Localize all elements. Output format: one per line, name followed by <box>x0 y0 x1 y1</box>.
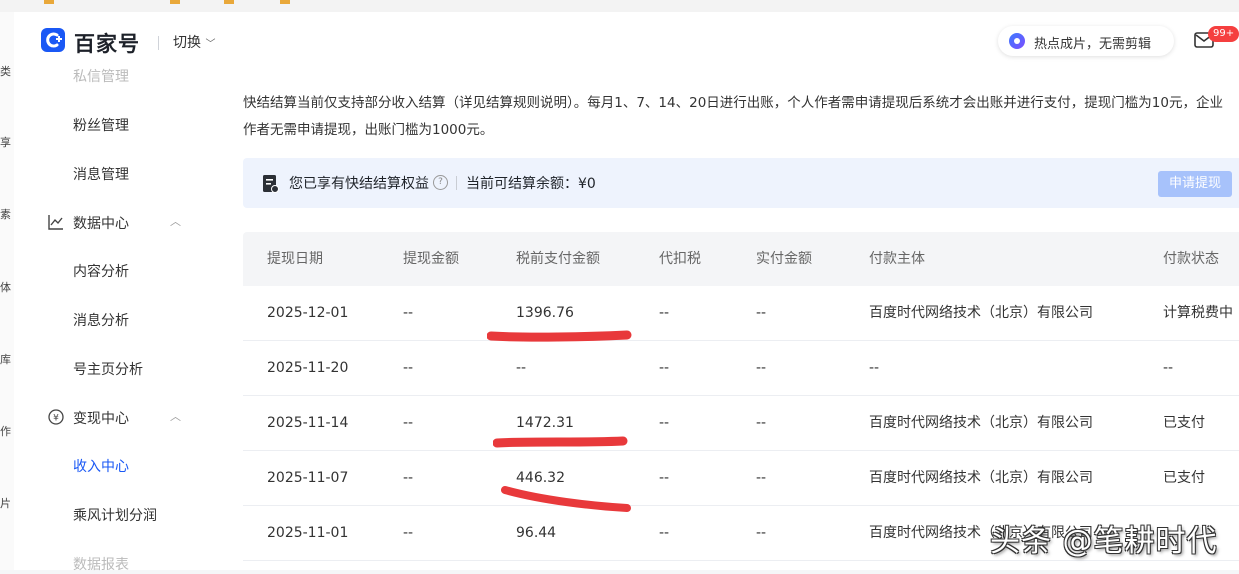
column-header: 税前支付金额 <box>516 251 600 267</box>
sidebar: 私信管理 粉丝管理 消息管理 数据中心 ︿ 内容分析 消息分析 号主页分析 ¥ … <box>14 69 219 573</box>
cell-pretax-amount: 96.44 <box>516 525 557 541</box>
table-row: 2025-11-20 -- -- -- -- -- -- <box>243 341 1239 396</box>
edge-char: 享 <box>0 136 11 149</box>
switch-label: 切换 <box>173 35 201 51</box>
privilege-text: 您已享有快结结算权益 <box>289 176 429 192</box>
header-divider <box>158 36 159 50</box>
sidebar-item-messages[interactable]: 消息管理 <box>73 164 129 184</box>
edge-char: 库 <box>0 353 11 366</box>
notice-line: 作者无需申请提现，出账门槛为1000元。 <box>243 122 494 138</box>
chevron-down-icon: ﹀ <box>205 39 216 50</box>
chevron-up-icon[interactable]: ︿ <box>170 213 181 229</box>
cell-withdraw-amount: -- <box>403 360 414 376</box>
cell-status: 计算税费中 <box>1163 305 1233 321</box>
cell-payer: -- <box>869 360 880 376</box>
hot-topic-button[interactable]: 热点成片，无需剪辑 <box>998 26 1174 56</box>
table-header: 提现日期 提现金额 税前支付金额 代扣税 实付金额 付款主体 付款状态 <box>243 232 1239 286</box>
cell-withdraw-amount: -- <box>403 470 414 486</box>
hot-topic-icon <box>1009 33 1025 49</box>
svg-text:¥: ¥ <box>53 414 59 424</box>
quick-settlement-banner: 您已享有快结结算权益 ? 当前可结算余额：¥0 申请提现 <box>243 158 1239 208</box>
table-row: 2025-11-07 -- 446.32 -- -- 百度时代网络技术（北京）有… <box>243 451 1239 506</box>
column-header: 提现金额 <box>403 251 459 267</box>
help-icon[interactable]: ? <box>433 175 448 190</box>
cell-net-amount: -- <box>756 360 767 376</box>
cell-status: 已支付 <box>1163 470 1205 486</box>
column-header: 付款状态 <box>1163 251 1219 267</box>
banner-divider <box>456 176 457 190</box>
withdraw-button[interactable]: 申请提现 <box>1158 171 1232 197</box>
red-underline-annotation <box>501 486 631 512</box>
sidebar-item-income-center[interactable]: 收入中心 <box>73 456 129 476</box>
cell-withheld-tax: -- <box>659 415 670 431</box>
watermark-text: 头条 @笔耕时代 <box>990 524 1218 559</box>
cell-date: 2025-12-01 <box>267 305 349 321</box>
sidebar-item-homepage-analysis[interactable]: 号主页分析 <box>73 359 143 379</box>
hot-topic-label: 热点成片，无需剪辑 <box>1034 37 1152 52</box>
sidebar-group-label: 变现中心 <box>73 411 129 427</box>
edge-char: 体 <box>0 281 11 294</box>
edge-char: 素 <box>0 208 11 221</box>
cell-status: 已支付 <box>1163 415 1205 431</box>
column-header: 提现日期 <box>267 251 323 267</box>
table-row: 2025-12-01 -- 1396.76 -- -- 百度时代网络技术（北京）… <box>243 286 1239 341</box>
cell-withheld-tax: -- <box>659 360 670 376</box>
cell-pretax-amount: -- <box>516 360 527 376</box>
brand-name[interactable]: 百家号 <box>74 28 140 58</box>
cell-net-amount: -- <box>756 525 767 541</box>
edge-char: 类 <box>0 65 11 78</box>
sidebar-item-message-analysis[interactable]: 消息分析 <box>73 310 129 330</box>
red-underline-annotation <box>493 436 628 448</box>
column-header: 代扣税 <box>659 251 701 267</box>
column-header: 实付金额 <box>756 251 812 267</box>
switch-account-button[interactable]: 切换 ﹀ <box>173 32 215 52</box>
cell-date: 2025-11-20 <box>267 360 349 376</box>
cell-withheld-tax: -- <box>659 305 670 321</box>
cell-withheld-tax: -- <box>659 525 670 541</box>
column-header: 付款主体 <box>869 251 925 267</box>
mail-count-badge: 99+ <box>1208 26 1239 42</box>
balance-text: 当前可结算余额：¥0 <box>466 176 596 192</box>
sidebar-item-private-messages[interactable]: 私信管理 <box>73 66 129 86</box>
red-underline-annotation <box>487 330 632 342</box>
top-header: 百家号 切换 ﹀ 热点成片，无需剪辑 99+ <box>14 12 1239 72</box>
edge-char: 片 <box>0 497 11 510</box>
cell-date: 2025-11-07 <box>267 470 349 486</box>
cell-payer: 百度时代网络技术（北京）有限公司 <box>869 470 1093 486</box>
cell-status: -- <box>1163 360 1174 376</box>
cell-net-amount: -- <box>756 470 767 486</box>
table-row: 2025-11-14 -- 1472.31 -- -- 百度时代网络技术（北京）… <box>243 396 1239 451</box>
cell-withdraw-amount: -- <box>403 415 414 431</box>
withdrawal-table: 提现日期 提现金额 税前支付金额 代扣税 实付金额 付款主体 付款状态 2025… <box>243 232 1239 561</box>
chevron-up-icon[interactable]: ︿ <box>170 408 181 424</box>
settlement-notice: 快结结算当前仅支持部分收入结算（详见结算规则说明）。每月1、7、14、20日进行… <box>243 90 1239 144</box>
cell-withheld-tax: -- <box>659 470 670 486</box>
cell-net-amount: -- <box>756 415 767 431</box>
main-content: 快结结算当前仅支持部分收入结算（详见结算规则说明）。每月1、7、14、20日进行… <box>219 72 1239 570</box>
cell-payer: 百度时代网络技术（北京）有限公司 <box>869 415 1093 431</box>
edge-char: 作 <box>0 425 11 438</box>
cell-payer: 百度时代网络技术（北京）有限公司 <box>869 305 1093 321</box>
cell-date: 2025-11-01 <box>267 525 349 541</box>
cell-withdraw-amount: -- <box>403 525 414 541</box>
cell-date: 2025-11-14 <box>267 415 349 431</box>
sidebar-item-content-analysis[interactable]: 内容分析 <box>73 261 129 281</box>
left-edge-panel: 类 享 素 体 库 作 片 <box>0 12 15 570</box>
baijiahao-logo-icon[interactable] <box>40 26 66 54</box>
document-icon <box>263 175 279 193</box>
cell-withdraw-amount: -- <box>403 305 414 321</box>
sidebar-group-label: 数据中心 <box>73 216 129 232</box>
sidebar-item-wind-plan[interactable]: 乘风计划分润 <box>73 505 157 525</box>
sidebar-item-fans[interactable]: 粉丝管理 <box>73 115 129 135</box>
notice-line: 快结结算当前仅支持部分收入结算（详见结算规则说明）。每月1、7、14、20日进行… <box>243 95 1223 111</box>
chart-line-icon <box>48 215 63 230</box>
yen-circle-icon: ¥ <box>48 409 64 425</box>
cell-net-amount: -- <box>756 305 767 321</box>
sidebar-item-data-report[interactable]: 数据报表 <box>73 554 129 574</box>
